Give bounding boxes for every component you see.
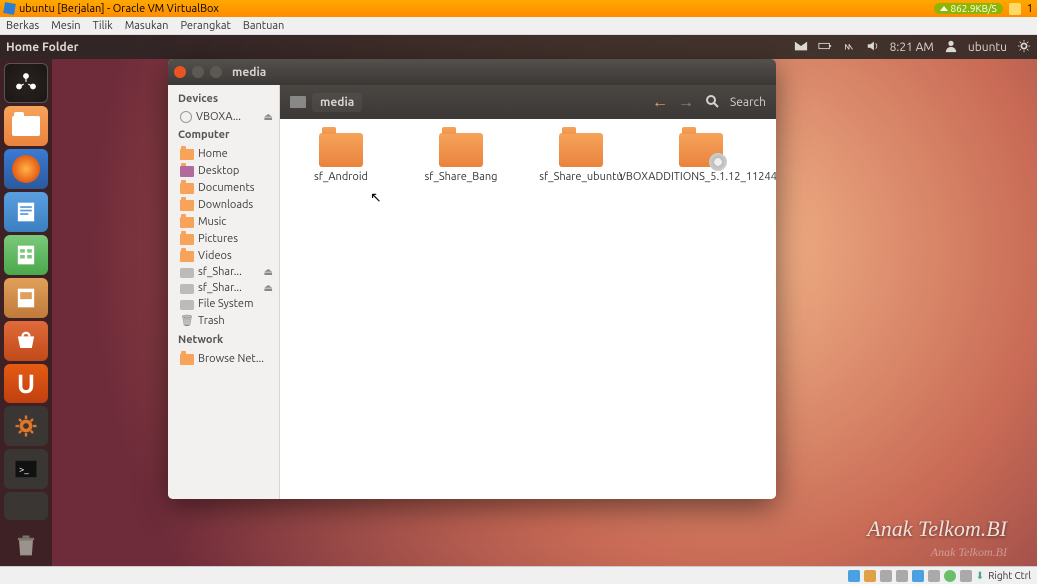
sidebar-desktop[interactable]: Desktop <box>168 162 279 179</box>
folder-sf-share-bang[interactable]: sf_Share_Bang <box>406 129 516 183</box>
battery-icon[interactable] <box>818 39 832 56</box>
vbox-net-icon[interactable] <box>880 570 892 582</box>
vbox-hostkey-icon: ⬇ <box>976 570 984 582</box>
nautilus-window: media Devices VBOXA...⏏ Computer Home De… <box>168 59 776 499</box>
vbox-hostkey: Right Ctrl <box>988 570 1031 581</box>
software-center-icon[interactable] <box>4 321 48 361</box>
folder-vboxadditions[interactable]: VBOXADDITIONS_5.1.12_112440 <box>646 129 756 183</box>
sound-icon[interactable] <box>866 39 880 56</box>
vbox-menu-mesin[interactable]: Mesin <box>51 20 80 32</box>
sidebar-downloads[interactable]: Downloads <box>168 196 279 213</box>
sidebar-filesystem[interactable]: File System <box>168 296 279 312</box>
search-label[interactable]: Search <box>730 96 766 109</box>
vbox-menu-bantuan[interactable]: Bantuan <box>243 20 284 32</box>
vbox-menu: Berkas Mesin Tilik Masukan Perangkat Ban… <box>0 17 1037 35</box>
terminal-icon[interactable]: >_ <box>4 449 48 489</box>
forward-button[interactable]: → <box>678 93 694 112</box>
maximize-button[interactable] <box>210 66 222 78</box>
trash-icon[interactable] <box>4 526 48 566</box>
sidebar-devices-head: Devices <box>168 89 279 109</box>
vbox-menu-masukan[interactable]: Masukan <box>125 20 169 32</box>
vbox-cube-icon <box>3 2 16 15</box>
firefox-icon[interactable] <box>4 149 48 189</box>
sidebar-vboxadditions[interactable]: VBOXA...⏏ <box>168 109 279 125</box>
gear-icon[interactable] <box>1017 39 1031 56</box>
minimize-button[interactable] <box>192 66 204 78</box>
ubuntu-desktop: Home Folder 8:21 AM ubuntu U >_ <box>0 35 1037 566</box>
unity-launcher: U >_ <box>0 59 52 566</box>
vbox-titlebar: ubuntu [Berjalan] - Oracle VM VirtualBox… <box>0 0 1037 17</box>
files-icon[interactable] <box>4 106 48 146</box>
back-button[interactable]: ← <box>652 93 668 112</box>
net-speed-badge: 862.9KB/S <box>934 3 1003 14</box>
sidebar-network-head: Network <box>168 330 279 350</box>
sidebar-documents[interactable]: Documents <box>168 179 279 196</box>
watermark: Anak Telkom.BI <box>867 516 1007 542</box>
sidebar-sf-share-2[interactable]: sf_Shar...⏏ <box>168 280 279 296</box>
nautilus-sidebar: Devices VBOXA...⏏ Computer Home Desktop … <box>168 85 280 499</box>
drive-icon <box>290 96 306 108</box>
net-count: 1 <box>1027 3 1033 15</box>
vbox-menu-berkas[interactable]: Berkas <box>6 20 39 32</box>
workspace-switcher-icon[interactable] <box>4 492 48 520</box>
dash-icon[interactable] <box>4 63 48 103</box>
clock[interactable]: 8:21 AM <box>890 41 934 54</box>
user-label[interactable]: ubuntu <box>968 41 1007 54</box>
search-icon[interactable] <box>704 93 720 112</box>
nautilus-toolbar: media ← → Search <box>280 85 776 119</box>
sidebar-computer-head: Computer <box>168 125 279 145</box>
vbox-display-icon[interactable] <box>928 570 940 582</box>
vbox-usb-icon[interactable] <box>896 570 908 582</box>
vbox-window-title: ubuntu [Berjalan] - Oracle VM VirtualBox <box>19 3 219 15</box>
eject-icon[interactable]: ⏏ <box>264 282 273 294</box>
breadcrumb-media[interactable]: media <box>312 93 362 112</box>
close-button[interactable] <box>174 66 186 78</box>
vbox-shared-icon[interactable] <box>912 570 924 582</box>
eject-icon[interactable]: ⏏ <box>264 111 273 123</box>
sidebar-music[interactable]: Music <box>168 213 279 230</box>
calc-icon[interactable] <box>4 235 48 275</box>
vbox-hd-icon[interactable] <box>848 570 860 582</box>
vbox-mouse-icon[interactable] <box>960 570 972 582</box>
mail-icon[interactable] <box>794 39 808 56</box>
sidebar-trash[interactable]: 🗑Trash <box>168 312 279 330</box>
sidebar-browse-network[interactable]: Browse Net... <box>168 350 279 367</box>
mouse-cursor: ↖ <box>370 189 382 206</box>
folder-sf-android[interactable]: sf_Android <box>286 129 396 183</box>
watermark-small: Anak Telkom.BI <box>931 545 1007 560</box>
sidebar-videos[interactable]: Videos <box>168 247 279 264</box>
settings-icon[interactable] <box>4 406 48 446</box>
nautilus-titlebar[interactable]: media <box>168 59 776 85</box>
network-icon[interactable] <box>842 39 856 56</box>
ubuntu-one-icon[interactable]: U <box>4 364 48 404</box>
files-area[interactable]: sf_Android sf_Share_Bang sf_Share_ubuntu… <box>280 119 776 499</box>
disk-badge <box>1009 3 1021 15</box>
sidebar-sf-share-1[interactable]: sf_Shar...⏏ <box>168 264 279 280</box>
sidebar-pictures[interactable]: Pictures <box>168 230 279 247</box>
writer-icon[interactable] <box>4 192 48 232</box>
panel-title: Home Folder <box>6 41 79 54</box>
eject-icon[interactable]: ⏏ <box>264 266 273 278</box>
vbox-guest-icon[interactable] <box>944 570 956 582</box>
unity-panel: Home Folder 8:21 AM ubuntu <box>0 35 1037 59</box>
window-title: media <box>232 66 266 79</box>
impress-icon[interactable] <box>4 278 48 318</box>
vbox-cd-icon[interactable] <box>864 570 876 582</box>
vbox-statusbar: ⬇ Right Ctrl <box>0 566 1037 584</box>
sidebar-home[interactable]: Home <box>168 145 279 162</box>
svg-text:>_: >_ <box>19 464 29 475</box>
vbox-menu-perangkat[interactable]: Perangkat <box>180 20 230 32</box>
user-icon <box>944 39 958 56</box>
vbox-menu-tilik[interactable]: Tilik <box>93 20 113 32</box>
